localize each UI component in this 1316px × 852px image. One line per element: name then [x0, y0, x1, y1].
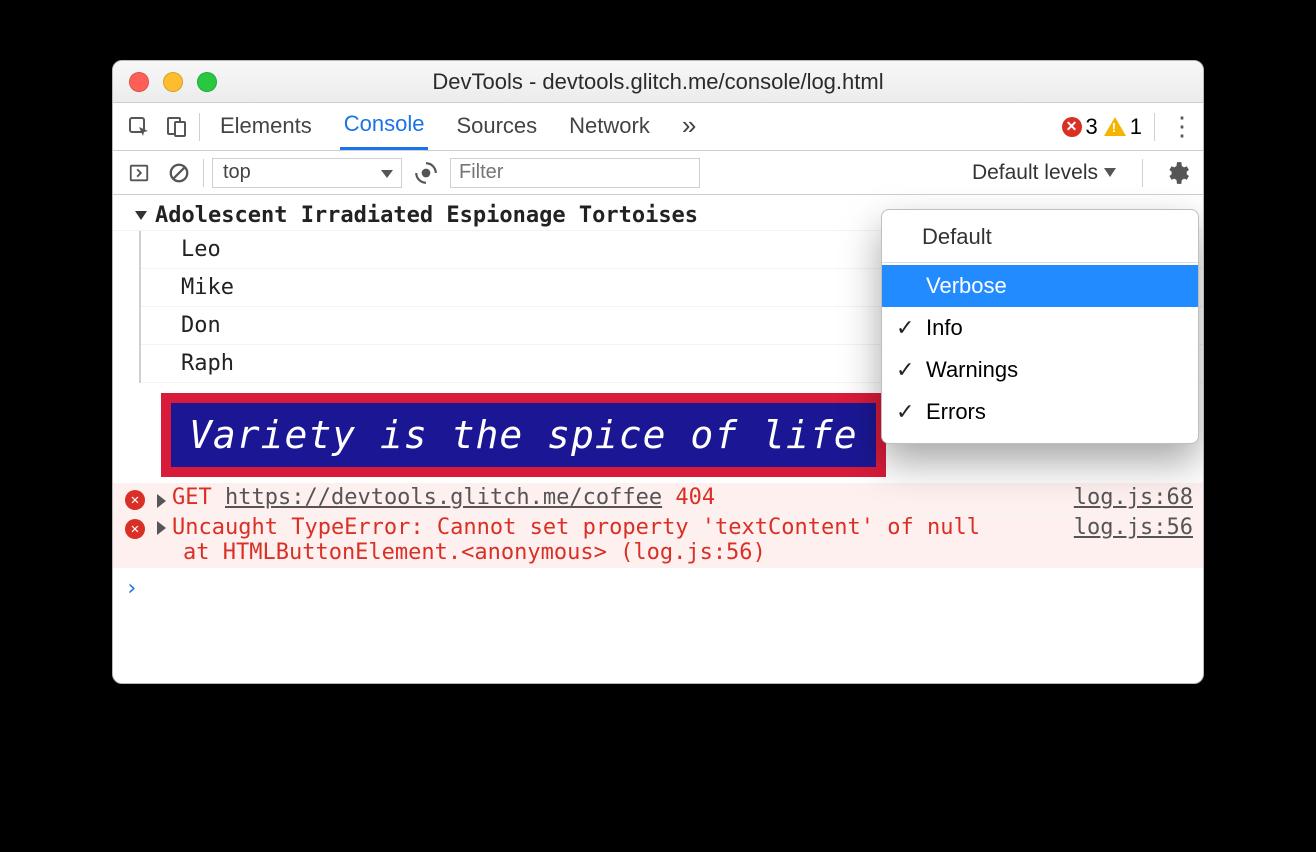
- execution-context-value: top: [223, 161, 251, 184]
- log-levels-label: Default levels: [972, 161, 1098, 185]
- error-count-value: 3: [1086, 114, 1098, 140]
- more-menu-icon[interactable]: ⋮: [1167, 111, 1197, 142]
- console-error-row[interactable]: ✕ GET https://devtools.glitch.me/coffee …: [113, 483, 1203, 513]
- stack-suffix: ): [753, 540, 766, 565]
- titlebar: DevTools - devtools.glitch.me/console/lo…: [113, 61, 1203, 103]
- tab-elements[interactable]: Elements: [216, 105, 316, 149]
- level-option-verbose[interactable]: Verbose: [882, 265, 1198, 307]
- tab-console[interactable]: Console: [340, 103, 429, 150]
- check-icon: ✓: [896, 357, 914, 383]
- log-levels-menu: Default Verbose ✓ Info ✓ Warnings ✓ Erro…: [881, 209, 1199, 444]
- console-group-header[interactable]: Adolescent Irradiated Espionage Tortoise…: [123, 203, 698, 228]
- http-status: 404: [675, 485, 715, 510]
- level-option-label: Warnings: [926, 357, 1018, 383]
- tab-overflow[interactable]: »: [678, 102, 700, 151]
- check-icon: ✓: [896, 315, 914, 341]
- error-message: GET https://devtools.glitch.me/coffee 40…: [172, 485, 715, 510]
- clear-console-icon[interactable]: [163, 157, 195, 189]
- toggle-device-icon[interactable]: [161, 111, 193, 143]
- error-message: Uncaught TypeError: Cannot set property …: [172, 515, 1074, 540]
- filter-input[interactable]: [450, 158, 700, 188]
- stack-frame: at HTMLButtonElement.<anonymous> (log.js…: [123, 540, 1193, 565]
- level-option-warnings[interactable]: ✓ Warnings: [882, 349, 1198, 391]
- request-url[interactable]: https://devtools.glitch.me/coffee: [225, 485, 662, 510]
- console-prompt[interactable]: ›: [113, 568, 1203, 609]
- separator: [882, 262, 1198, 263]
- toggle-sidebar-icon[interactable]: [123, 157, 155, 189]
- error-icon: ✕: [1062, 117, 1082, 137]
- warning-icon: [1104, 117, 1126, 136]
- error-icon: ✕: [125, 519, 145, 539]
- separator: [1142, 159, 1143, 187]
- disclosure-triangle-icon: [135, 211, 147, 220]
- level-option-info[interactable]: ✓ Info: [882, 307, 1198, 349]
- execution-context-select[interactable]: top: [212, 158, 402, 188]
- devtools-tabbar: Elements Console Sources Network » ✕ 3 1…: [113, 103, 1203, 151]
- issue-counts: ✕ 3 1: [1062, 114, 1143, 140]
- stack-source-link[interactable]: log.js:56: [633, 540, 752, 565]
- styled-log-text: Variety is the spice of life: [161, 393, 886, 477]
- inspect-element-icon[interactable]: [123, 111, 155, 143]
- warning-count[interactable]: 1: [1104, 114, 1142, 140]
- log-levels-select[interactable]: Default levels: [972, 161, 1116, 185]
- window-title: DevTools - devtools.glitch.me/console/lo…: [113, 69, 1203, 95]
- expand-error-icon[interactable]: [157, 521, 166, 535]
- minimize-window-button[interactable]: [163, 72, 183, 92]
- separator: [199, 113, 200, 141]
- separator: [203, 159, 204, 187]
- stack-prefix: at HTMLButtonElement.<anonymous> (: [183, 540, 633, 565]
- level-option-errors[interactable]: ✓ Errors: [882, 391, 1198, 433]
- tab-network[interactable]: Network: [565, 105, 654, 149]
- level-option-label: Verbose: [926, 273, 1007, 299]
- source-link[interactable]: log.js:68: [1074, 485, 1193, 510]
- check-icon: ✓: [896, 399, 914, 425]
- console-settings-icon[interactable]: [1161, 157, 1193, 189]
- tab-sources[interactable]: Sources: [452, 105, 541, 149]
- close-window-button[interactable]: [129, 72, 149, 92]
- console-error-row[interactable]: ✕ Uncaught TypeError: Cannot set propert…: [113, 513, 1203, 568]
- http-method: GET: [172, 485, 212, 510]
- chevron-down-icon: [1104, 168, 1116, 177]
- expand-error-icon[interactable]: [157, 494, 166, 508]
- devtools-window: DevTools - devtools.glitch.me/console/lo…: [112, 60, 1204, 684]
- window-controls: [129, 72, 217, 92]
- error-count[interactable]: ✕ 3: [1062, 114, 1098, 140]
- warning-count-value: 1: [1130, 114, 1142, 140]
- level-option-label: Errors: [926, 399, 986, 425]
- levels-menu-header[interactable]: Default: [882, 214, 1198, 260]
- error-icon: ✕: [125, 490, 145, 510]
- console-toolbar: top Default levels: [113, 151, 1203, 195]
- level-option-label: Info: [926, 315, 963, 341]
- live-expression-icon[interactable]: [410, 157, 442, 189]
- console-group-title: Adolescent Irradiated Espionage Tortoise…: [155, 203, 698, 228]
- panel-tabs: Elements Console Sources Network »: [216, 102, 700, 151]
- separator: [1154, 113, 1155, 141]
- source-link[interactable]: log.js:56: [1074, 515, 1193, 540]
- zoom-window-button[interactable]: [197, 72, 217, 92]
